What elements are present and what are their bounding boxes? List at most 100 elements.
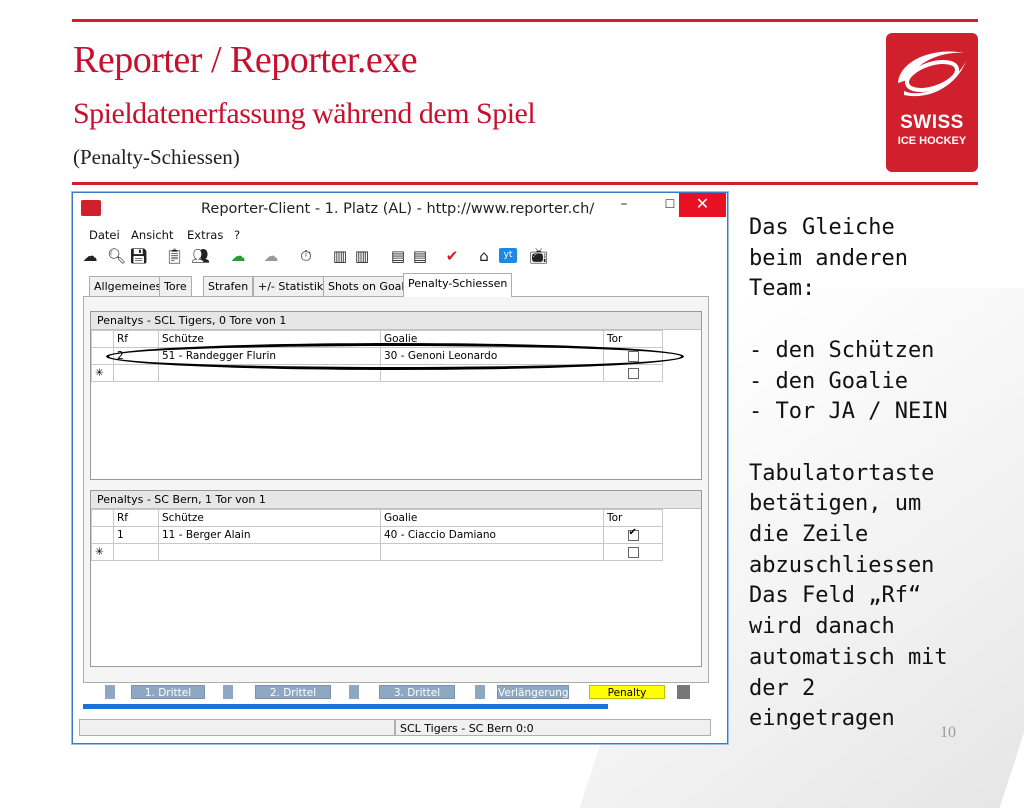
note-line: Das Gleiche [749,215,895,240]
tab-penalty-schiessen[interactable]: Penalty-Schiessen [403,273,513,297]
cell-goalie[interactable]: 30 - Genoni Leonardo [380,347,604,365]
cell-tor[interactable] [603,347,663,365]
note-line: Tabulatortaste [749,460,935,486]
window-title: Reporter-Client - 1. Platz (AL) - http:/… [201,201,595,217]
note-line: Team: [749,276,816,302]
menu-ansicht[interactable]: Ansicht [131,228,173,242]
row-marker[interactable] [91,347,114,365]
period-penalty[interactable]: Penalty [589,685,665,699]
tab-statistik[interactable]: +/- Statistik [253,276,329,296]
youtube-icon[interactable]: yt [499,248,517,263]
top-rule [72,19,978,22]
column-header-rf: Rf [113,330,159,348]
cloud-upload-icon[interactable]: ☁ [229,246,247,266]
cell-goalie[interactable] [380,364,604,382]
goal-checkbox[interactable] [627,527,639,541]
minimize-button[interactable]: – [601,193,647,217]
new-row[interactable]: ✳ [91,364,663,382]
tab-page: Penaltys - SCL Tigers, 0 Tore von 1 Rf S… [83,296,709,683]
panel-header: Penaltys - SC Bern, 1 Tor von 1 [91,491,701,509]
new-row-marker: ✳ [91,364,114,382]
search-icon[interactable]: 🔍︎ [107,246,126,266]
close-button[interactable]: ✕ [679,193,726,217]
toolbar: ☁ 🔍︎ 💾︎ 📋︎ 👥︎ ☁ ☁ ⏱︎ ▥ ▥ ▤ ▤ ✔ ⌂ yt 📺︎ [79,246,719,268]
explanation-note: Das Gleiche beim anderen Team: - den Schüt… [749,213,1009,735]
cloud-download-icon[interactable]: ☁ [81,246,99,266]
menu-help[interactable]: ? [234,228,240,242]
note-line: abzuschliessen [749,552,935,578]
tab-strafen[interactable]: Strafen [203,276,254,296]
slide-subtitle: Spieldatenerfassung während dem Spiel [73,97,536,130]
note-line: der 2 [749,675,816,701]
cell-schuetze[interactable]: 51 - Randegger Flurin [158,347,381,365]
column-header-goalie: Goalie [380,330,604,348]
row-marker-cell [91,509,114,527]
column-header-rf: Rf [113,509,159,527]
goal-checkbox[interactable] [627,350,639,362]
lineup-icon[interactable]: ▥ [331,246,349,266]
table-row[interactable]: 2 51 - Randegger Flurin 30 - Genoni Leon… [91,347,663,365]
lineup4-icon[interactable]: ▤ [411,246,429,266]
lineup2-icon[interactable]: ▥ [353,246,371,266]
players-icon[interactable]: 👥︎ [191,246,210,266]
save-icon[interactable]: 💾︎ [129,246,148,266]
tab-allgemeines[interactable]: Allgemeines [89,276,167,296]
note-line [749,428,1009,459]
new-row[interactable]: ✳ [91,543,663,561]
tv-icon[interactable]: 📺︎ [529,246,548,266]
home-icon[interactable]: ⌂ [475,246,493,266]
cell-tor[interactable] [603,543,663,561]
goal-checkbox[interactable] [627,546,639,558]
penalty-panel-team2: Penaltys - SC Bern, 1 Tor von 1 Rf Schüt… [90,490,702,667]
period-marker [105,685,115,699]
window-titlebar[interactable]: Reporter-Client - 1. Platz (AL) - http:/… [73,193,727,225]
cell-goalie[interactable] [380,543,604,561]
note-line: beim anderen [749,245,908,271]
note-line: die Zeile [749,522,869,548]
clipboard-icon[interactable]: 📋︎ [165,246,184,266]
tab-shots-on-goal[interactable]: Shots on Goal [323,276,410,296]
cell-schuetze[interactable]: 11 - Berger Alain [158,526,381,544]
note-line: automatisch mit [749,644,948,670]
row-marker[interactable] [91,526,114,544]
reporter-client-window: Reporter-Client - 1. Platz (AL) - http:/… [72,192,728,744]
status-bar: SCL Tigers - SC Bern 0:0 [73,715,727,741]
page-number: 10 [940,724,956,741]
cell-schuetze[interactable] [158,543,381,561]
slide-subsubtitle: (Penalty-Schiessen) [73,145,240,169]
checkmark-icon[interactable]: ✔ [443,246,461,266]
period-2-drittel[interactable]: 2. Drittel [255,685,331,699]
menu-extras[interactable]: Extras [187,228,223,242]
tab-bar: Allgemeines Tore Strafen +/- Statistik S… [83,273,723,297]
goal-checkbox[interactable] [627,367,639,379]
cell-goalie[interactable]: 40 - Ciaccio Damiano [380,526,604,544]
period-end-marker [677,685,690,699]
cell-tor[interactable] [603,364,663,382]
penalty-panel-team1: Penaltys - SCL Tigers, 0 Tore von 1 Rf S… [90,311,702,480]
cell-schuetze[interactable] [158,364,381,382]
period-1-drittel[interactable]: 1. Drittel [131,685,205,699]
swiss-ice-hockey-logo: SWISS ICE HOCKEY [886,33,978,172]
new-row-marker: ✳ [91,543,114,561]
column-header-goalie: Goalie [380,509,604,527]
period-marker [349,685,359,699]
period-verlaengerung[interactable]: Verlängerung [497,685,569,699]
cell-rf[interactable] [113,364,159,382]
table-row[interactable]: 1 11 - Berger Alain 40 - Ciaccio Damiano [91,526,663,544]
cloud-delete-icon[interactable]: ☁ [262,246,280,266]
logo-swoosh-icon [898,51,966,97]
cell-rf[interactable] [113,543,159,561]
status-score: SCL Tigers - SC Bern 0:0 [395,719,711,736]
cell-rf[interactable]: 2 [113,347,159,365]
stopwatch-icon[interactable]: ⏱︎ [297,246,315,266]
note-line: - Tor JA / NEIN [749,399,948,425]
cell-tor[interactable] [603,526,663,544]
lineup3-icon[interactable]: ▤ [389,246,407,266]
penalty-grid: Rf Schütze Goalie Tor 2 51 - Randegger F… [91,330,663,382]
tab-tore[interactable]: Tore [159,276,192,296]
period-3-drittel[interactable]: 3. Drittel [379,685,455,699]
cell-rf[interactable]: 1 [113,526,159,544]
logo-text-ice-hockey: ICE HOCKEY [897,135,967,147]
menu-datei[interactable]: Datei [89,228,120,242]
note-line: - den Schützen [749,337,935,363]
